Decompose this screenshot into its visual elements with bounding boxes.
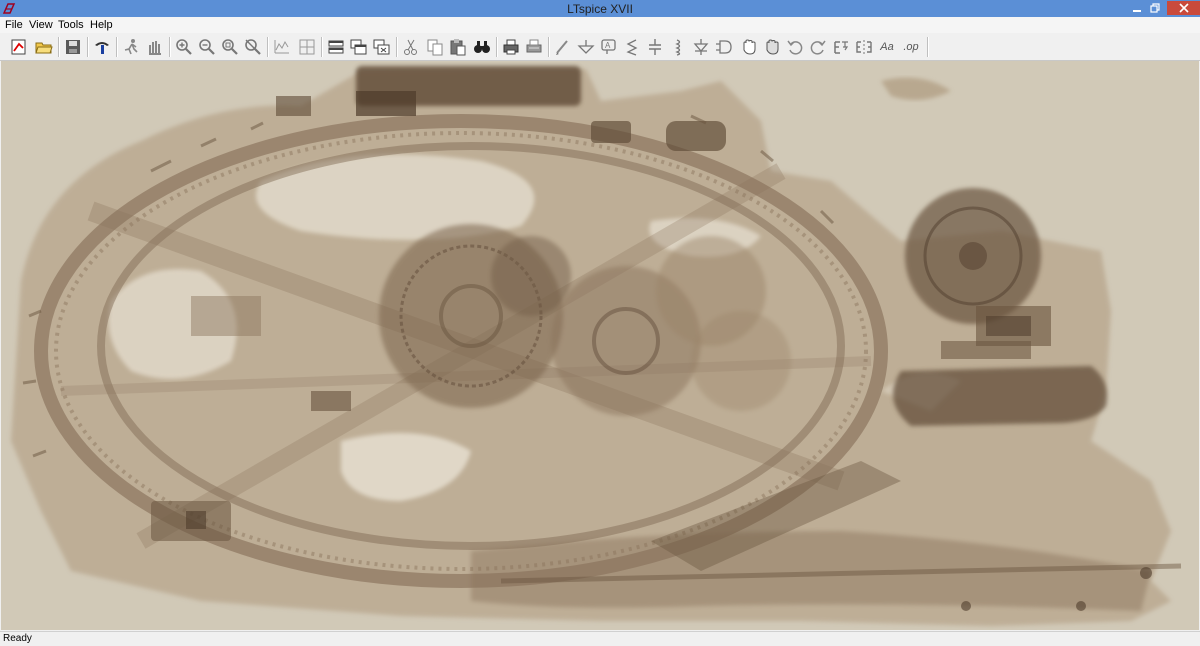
- title-bar[interactable]: LTspice XVII: [0, 0, 1200, 17]
- zoom-cancel-button[interactable]: [242, 36, 264, 58]
- wire-icon: [556, 40, 568, 55]
- restore-icon: [1150, 3, 1160, 13]
- inductor-icon: [675, 39, 681, 56]
- zoom-fit-button[interactable]: [219, 36, 241, 58]
- print-button[interactable]: [500, 36, 522, 58]
- halt-icon: [149, 41, 161, 55]
- print-preview-button[interactable]: [523, 36, 545, 58]
- capacitor-button[interactable]: [644, 36, 666, 58]
- save-button[interactable]: [62, 36, 84, 58]
- zoom-out-icon: [199, 39, 215, 55]
- run-button[interactable]: [120, 36, 142, 58]
- open-folder-icon: [35, 42, 53, 54]
- menu-file[interactable]: File: [5, 19, 23, 31]
- resistor-button[interactable]: [621, 36, 643, 58]
- redo-button[interactable]: [807, 36, 829, 58]
- restore-button[interactable]: [1143, 1, 1167, 15]
- autorange-icon: [274, 40, 289, 54]
- open-button[interactable]: [33, 36, 55, 58]
- undo-icon: [787, 40, 803, 55]
- text-button[interactable]: Aa: [876, 36, 898, 58]
- component-button[interactable]: [713, 36, 735, 58]
- new-schematic-icon: [11, 39, 26, 55]
- grid-button[interactable]: [296, 36, 318, 58]
- text-icon: Aa: [880, 41, 894, 53]
- zoom-in-button[interactable]: [173, 36, 195, 58]
- label-net-icon: A: [601, 39, 616, 54]
- zoom-cancel-icon: [245, 39, 261, 55]
- menu-bar: File View Tools Help: [0, 17, 1200, 33]
- status-bar: Ready: [0, 631, 1200, 646]
- cut-button[interactable]: [400, 36, 422, 58]
- grid-icon: [299, 39, 315, 55]
- close-button[interactable]: [1167, 1, 1200, 15]
- ground-icon: [577, 40, 595, 54]
- control-panel-icon: [95, 42, 109, 54]
- undo-button[interactable]: [784, 36, 806, 58]
- schematic-canvas[interactable]: [1, 61, 1199, 630]
- close-all-icon: [373, 39, 390, 55]
- mirror-icon: [856, 40, 872, 54]
- print-preview-icon: [526, 39, 542, 53]
- save-icon: [66, 40, 80, 54]
- rotate-button[interactable]: [830, 36, 852, 58]
- new-schematic-button[interactable]: [8, 36, 30, 58]
- menu-view[interactable]: View: [29, 19, 53, 31]
- resistor-icon: [626, 39, 638, 56]
- menu-help[interactable]: Help: [90, 19, 113, 31]
- status-text: Ready: [3, 633, 32, 644]
- mirror-button[interactable]: [853, 36, 875, 58]
- label-net-button[interactable]: A: [598, 36, 620, 58]
- menu-tools[interactable]: Tools: [58, 19, 84, 31]
- paste-button[interactable]: [447, 36, 469, 58]
- antikythera-mechanism-xray: [11, 66, 1182, 626]
- copy-icon: [427, 39, 443, 56]
- cut-icon: [404, 39, 417, 55]
- close-all-button[interactable]: [371, 36, 393, 58]
- find-icon: [474, 41, 490, 53]
- svg-text:A: A: [605, 41, 611, 50]
- tile-horizontal-button[interactable]: [325, 36, 347, 58]
- rotate-icon: [834, 41, 849, 54]
- cascade-icon: [350, 39, 367, 55]
- drag-button[interactable]: [761, 36, 783, 58]
- capacitor-icon: [649, 39, 661, 55]
- redo-icon: [810, 40, 826, 55]
- toolbar: A Aa .op: [0, 33, 1200, 61]
- drag-icon: [766, 39, 779, 55]
- window-title: LTspice XVII: [567, 2, 633, 16]
- diode-button[interactable]: [690, 36, 712, 58]
- zoom-fit-icon: [222, 39, 238, 55]
- zoom-in-icon: [176, 39, 192, 55]
- halt-button[interactable]: [144, 36, 166, 58]
- move-icon: [743, 39, 756, 55]
- cascade-button[interactable]: [348, 36, 370, 58]
- copy-button[interactable]: [424, 36, 446, 58]
- component-icon: [716, 40, 732, 54]
- zoom-out-button[interactable]: [196, 36, 218, 58]
- diode-icon: [693, 39, 709, 55]
- paste-icon: [450, 39, 466, 56]
- inductor-button[interactable]: [667, 36, 689, 58]
- find-button[interactable]: [471, 36, 493, 58]
- minimize-icon: [1133, 10, 1141, 12]
- spice-directive-icon: .op: [903, 41, 919, 53]
- draw-wire-button[interactable]: [552, 36, 574, 58]
- control-panel-button[interactable]: [91, 36, 113, 58]
- run-icon: [124, 39, 138, 55]
- close-icon: [1178, 3, 1189, 13]
- ground-button[interactable]: [575, 36, 597, 58]
- autorange-button[interactable]: [271, 36, 293, 58]
- spice-directive-button[interactable]: .op: [900, 36, 922, 58]
- move-button[interactable]: [738, 36, 760, 58]
- print-icon: [503, 39, 519, 55]
- tile-horizontal-icon: [328, 40, 344, 54]
